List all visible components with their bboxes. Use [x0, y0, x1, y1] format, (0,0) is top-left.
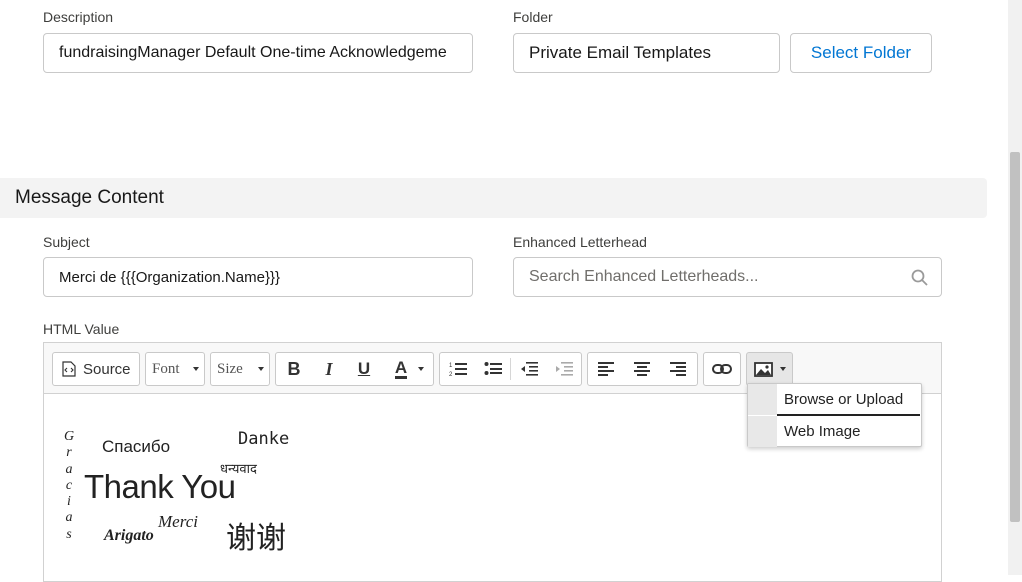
size-dropdown[interactable]: Size — [210, 352, 270, 386]
align-group — [587, 352, 698, 386]
browse-or-upload-item[interactable]: Browse or Upload — [748, 384, 921, 416]
image-icon-wrap — [747, 353, 792, 385]
text-color-icon: A — [394, 357, 408, 379]
underline-button[interactable]: U — [346, 353, 382, 385]
chevron-down-icon — [258, 367, 264, 371]
source-icon — [62, 361, 76, 377]
bold-icon: B — [287, 358, 301, 379]
size-label: Size — [217, 360, 243, 377]
html-editor[interactable]: Source Font Size B I U A 1 2 G r a c i a… — [43, 342, 942, 582]
subject-label: Subject — [43, 234, 90, 250]
browse-or-upload-label: Browse or Upload — [784, 391, 904, 408]
chevron-down-icon — [780, 367, 786, 371]
letterhead-placeholder: Search Enhanced Letterheads... — [529, 268, 759, 285]
align-center-icon — [634, 362, 650, 376]
link-icon — [712, 363, 732, 375]
spasibo-word: Спасибо — [102, 437, 171, 456]
description-label: Description — [43, 9, 114, 25]
text-format-group: B I U A — [275, 352, 434, 386]
image-icon — [754, 361, 773, 377]
underline-icon: U — [357, 359, 371, 378]
arigato-word: Arigato — [104, 527, 154, 544]
search-icon — [911, 269, 928, 291]
menu-gutter — [748, 384, 777, 415]
source-button[interactable]: Source — [52, 352, 140, 386]
italic-button[interactable]: I — [312, 353, 346, 385]
thank-you-word: Thank You — [84, 468, 236, 505]
source-label: Source — [83, 360, 131, 378]
xiexie-word: 谢谢 — [226, 521, 286, 556]
svg-text:1: 1 — [449, 363, 453, 369]
decrease-indent-button[interactable] — [511, 353, 546, 385]
folder-input[interactable]: Private Email Templates — [513, 33, 780, 73]
select-folder-button[interactable]: Select Folder — [790, 33, 932, 73]
bulleted-list-button[interactable] — [475, 353, 510, 385]
chevron-down-icon — [418, 367, 424, 371]
gracias-word: G r a c i a s — [63, 429, 75, 542]
font-dropdown[interactable]: Font — [145, 352, 205, 386]
link-button[interactable] — [703, 352, 741, 386]
link-icon-wrap — [704, 353, 740, 385]
subject-input[interactable]: Merci de {{{Organization.Name}}} — [43, 257, 473, 297]
html-value-label: HTML Value — [43, 321, 120, 337]
menu-gutter — [748, 416, 777, 447]
description-input[interactable]: fundraisingManager Default One-time Ackn… — [43, 33, 473, 73]
increase-indent-icon — [555, 361, 573, 377]
svg-text:2: 2 — [449, 372, 453, 377]
align-right-icon — [670, 362, 686, 376]
align-right-button[interactable] — [660, 353, 696, 385]
list-group: 12 — [439, 352, 582, 386]
merci-word: Merci — [158, 512, 198, 531]
align-left-icon — [598, 362, 614, 376]
thank-you-image[interactable]: G r a c i a s Спасибо Danke धन्यवाद Than… — [54, 423, 314, 556]
folder-label: Folder — [513, 9, 553, 25]
scrollbar-thumb[interactable] — [1010, 152, 1020, 522]
bold-button[interactable]: B — [276, 353, 312, 385]
numbered-list-button[interactable]: 12 — [440, 353, 475, 385]
letterhead-search-input[interactable]: Search Enhanced Letterheads... — [513, 257, 942, 297]
align-left-button[interactable] — [588, 353, 624, 385]
image-dropdown-menu: Browse or Upload Web Image — [747, 383, 922, 447]
web-image-label: Web Image — [784, 423, 861, 440]
text-color-button[interactable]: A — [382, 353, 430, 385]
increase-indent-button[interactable] — [546, 353, 581, 385]
web-image-item[interactable]: Web Image — [748, 416, 921, 447]
danke-word: Danke — [238, 429, 290, 449]
page-scrollbar[interactable] — [1008, 0, 1022, 575]
chevron-down-icon — [193, 367, 199, 371]
align-center-button[interactable] — [624, 353, 660, 385]
image-button[interactable] — [746, 352, 793, 386]
letterhead-label: Enhanced Letterhead — [513, 234, 647, 250]
bulleted-list-icon — [484, 361, 502, 377]
numbered-list-icon: 12 — [449, 361, 467, 377]
decrease-indent-icon — [520, 361, 538, 377]
message-content-section-header[interactable]: Message Content — [0, 178, 987, 218]
italic-icon: I — [325, 358, 333, 379]
font-label: Font — [152, 360, 180, 377]
